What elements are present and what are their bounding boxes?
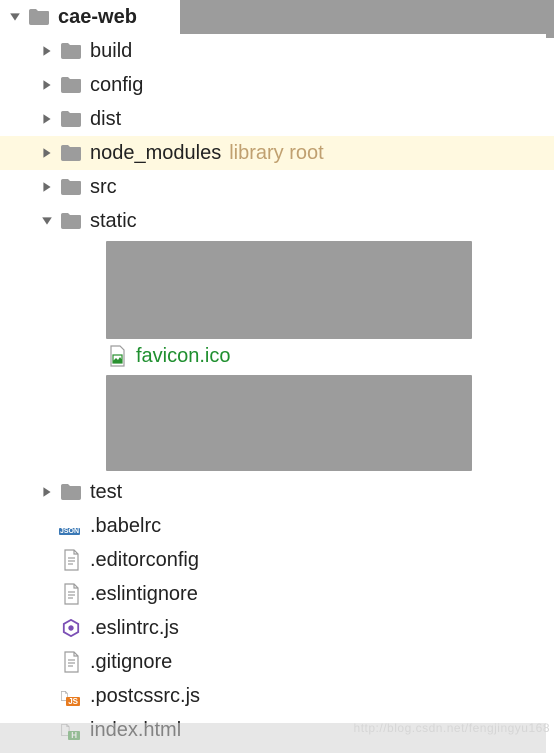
watermark: http://blog.csdn.net/fengjingyu168 xyxy=(354,721,550,735)
json-file-icon: JSON xyxy=(60,515,82,537)
folder-label: cae-web xyxy=(58,6,137,29)
tree-item-dist[interactable]: dist xyxy=(0,102,554,136)
tree-item-static[interactable]: static xyxy=(0,204,554,238)
file-label: .babelrc xyxy=(90,515,161,538)
folder-label: dist xyxy=(90,108,121,131)
tree-item-eslintrc[interactable]: .eslintrc.js xyxy=(0,611,554,645)
eslint-icon xyxy=(60,617,82,639)
folder-label: config xyxy=(90,74,143,97)
folder-label: build xyxy=(90,40,132,63)
folder-label: test xyxy=(90,481,122,504)
tree-item-favicon[interactable]: favicon.ico xyxy=(0,339,554,373)
file-label: .editorconfig xyxy=(90,549,199,572)
library-root-annotation: library root xyxy=(229,142,323,165)
file-tree: cae-web build config dist node_modules l… xyxy=(0,0,554,747)
chevron-down-icon[interactable] xyxy=(6,8,24,26)
file-label: .eslintignore xyxy=(90,583,198,606)
folder-icon xyxy=(60,212,82,230)
text-file-icon xyxy=(60,651,82,673)
chevron-right-icon[interactable] xyxy=(38,178,56,196)
folder-label: node_modules xyxy=(90,142,221,165)
folder-label: src xyxy=(90,176,117,199)
tree-item-gitignore[interactable]: .gitignore xyxy=(0,645,554,679)
folder-label: static xyxy=(90,210,137,233)
folder-icon xyxy=(60,483,82,501)
tree-item-src[interactable]: src xyxy=(0,170,554,204)
folder-icon xyxy=(60,178,82,196)
file-label: .eslintrc.js xyxy=(90,617,179,640)
redacted-block xyxy=(106,375,472,471)
chevron-right-icon[interactable] xyxy=(38,483,56,501)
chevron-down-icon[interactable] xyxy=(38,212,56,230)
tree-item-editorconfig[interactable]: .editorconfig xyxy=(0,543,554,577)
folder-icon xyxy=(60,144,82,162)
chevron-right-icon[interactable] xyxy=(38,42,56,60)
image-file-icon xyxy=(106,345,128,367)
tree-item-node-modules[interactable]: node_modules library root xyxy=(0,136,554,170)
folder-icon xyxy=(60,110,82,128)
chevron-right-icon[interactable] xyxy=(38,144,56,162)
redacted-block xyxy=(106,241,472,339)
file-label: .gitignore xyxy=(90,651,172,674)
tree-item-config[interactable]: config xyxy=(0,68,554,102)
js-file-icon: JS xyxy=(60,685,82,707)
folder-icon xyxy=(28,8,50,26)
folder-icon xyxy=(60,76,82,94)
tree-root-row[interactable]: cae-web xyxy=(0,0,554,34)
tree-item-postcssrc[interactable]: JS .postcssrc.js xyxy=(0,679,554,713)
tree-item-build[interactable]: build xyxy=(0,34,554,68)
file-label: .postcssrc.js xyxy=(90,685,200,708)
file-label: favicon.ico xyxy=(136,345,231,368)
text-file-icon xyxy=(60,549,82,571)
tree-item-eslintignore[interactable]: .eslintignore xyxy=(0,577,554,611)
tree-item-babelrc[interactable]: JSON .babelrc xyxy=(0,509,554,543)
tree-item-test[interactable]: test xyxy=(0,475,554,509)
vertical-scrollbar[interactable] xyxy=(546,0,554,753)
chevron-right-icon[interactable] xyxy=(38,110,56,128)
chevron-right-icon[interactable] xyxy=(38,76,56,94)
folder-icon xyxy=(60,42,82,60)
text-file-icon xyxy=(60,583,82,605)
